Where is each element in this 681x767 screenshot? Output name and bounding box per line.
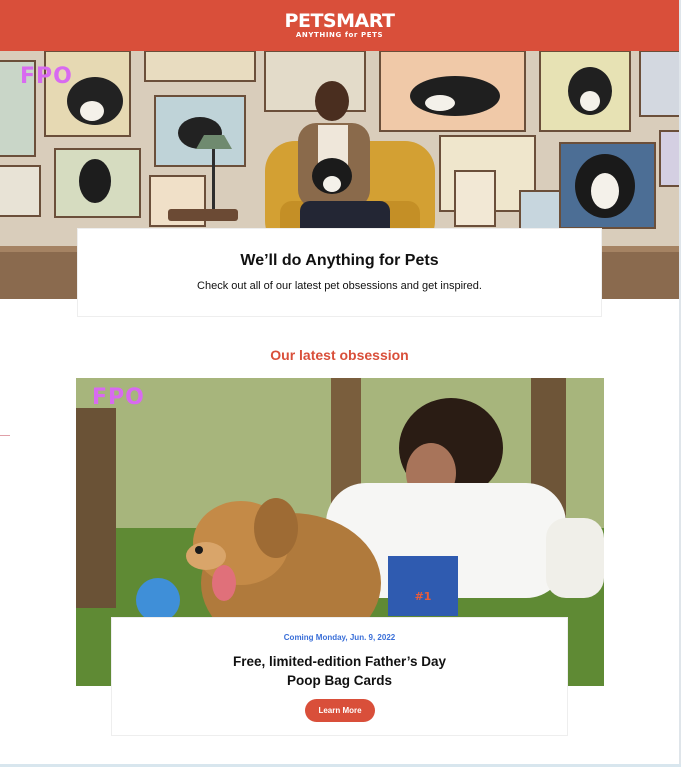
hero-title: We’ll do Anything for Pets [240,252,439,269]
hero-subtitle: Check out all of our latest pet obsessio… [197,280,482,292]
petsmart-logo[interactable]: PETSMART ANYTHING for PETS [0,11,679,40]
edge-marker [0,435,10,436]
feature-title-line-2: Poop Bag Cards [286,673,392,688]
feature-date: Coming Monday, Jun. 9, 2022 [283,633,396,642]
feature-title: Free, limited-edition Father’s Day Poop … [112,652,567,690]
logo-wordmark: PETSMART [284,10,395,32]
feature-card: Coming Monday, Jun. 9, 2022 Free, limite… [111,617,568,736]
feature-title-line-1: Free, limited-edition Father’s Day [232,654,447,669]
learn-more-button[interactable]: Learn More [305,699,375,722]
fpo-placeholder-label: FPO [20,64,73,89]
intro-card: We’ll do Anything for Pets Check out all… [77,228,602,317]
card-badge-text: #1 [415,590,432,603]
logo-tagline: ANYTHING for PETS [295,31,384,39]
site-header: PETSMART ANYTHING for PETS [0,0,679,51]
section-heading: Our latest obsession [270,347,409,363]
fpo-placeholder-label: FPO [92,385,145,410]
